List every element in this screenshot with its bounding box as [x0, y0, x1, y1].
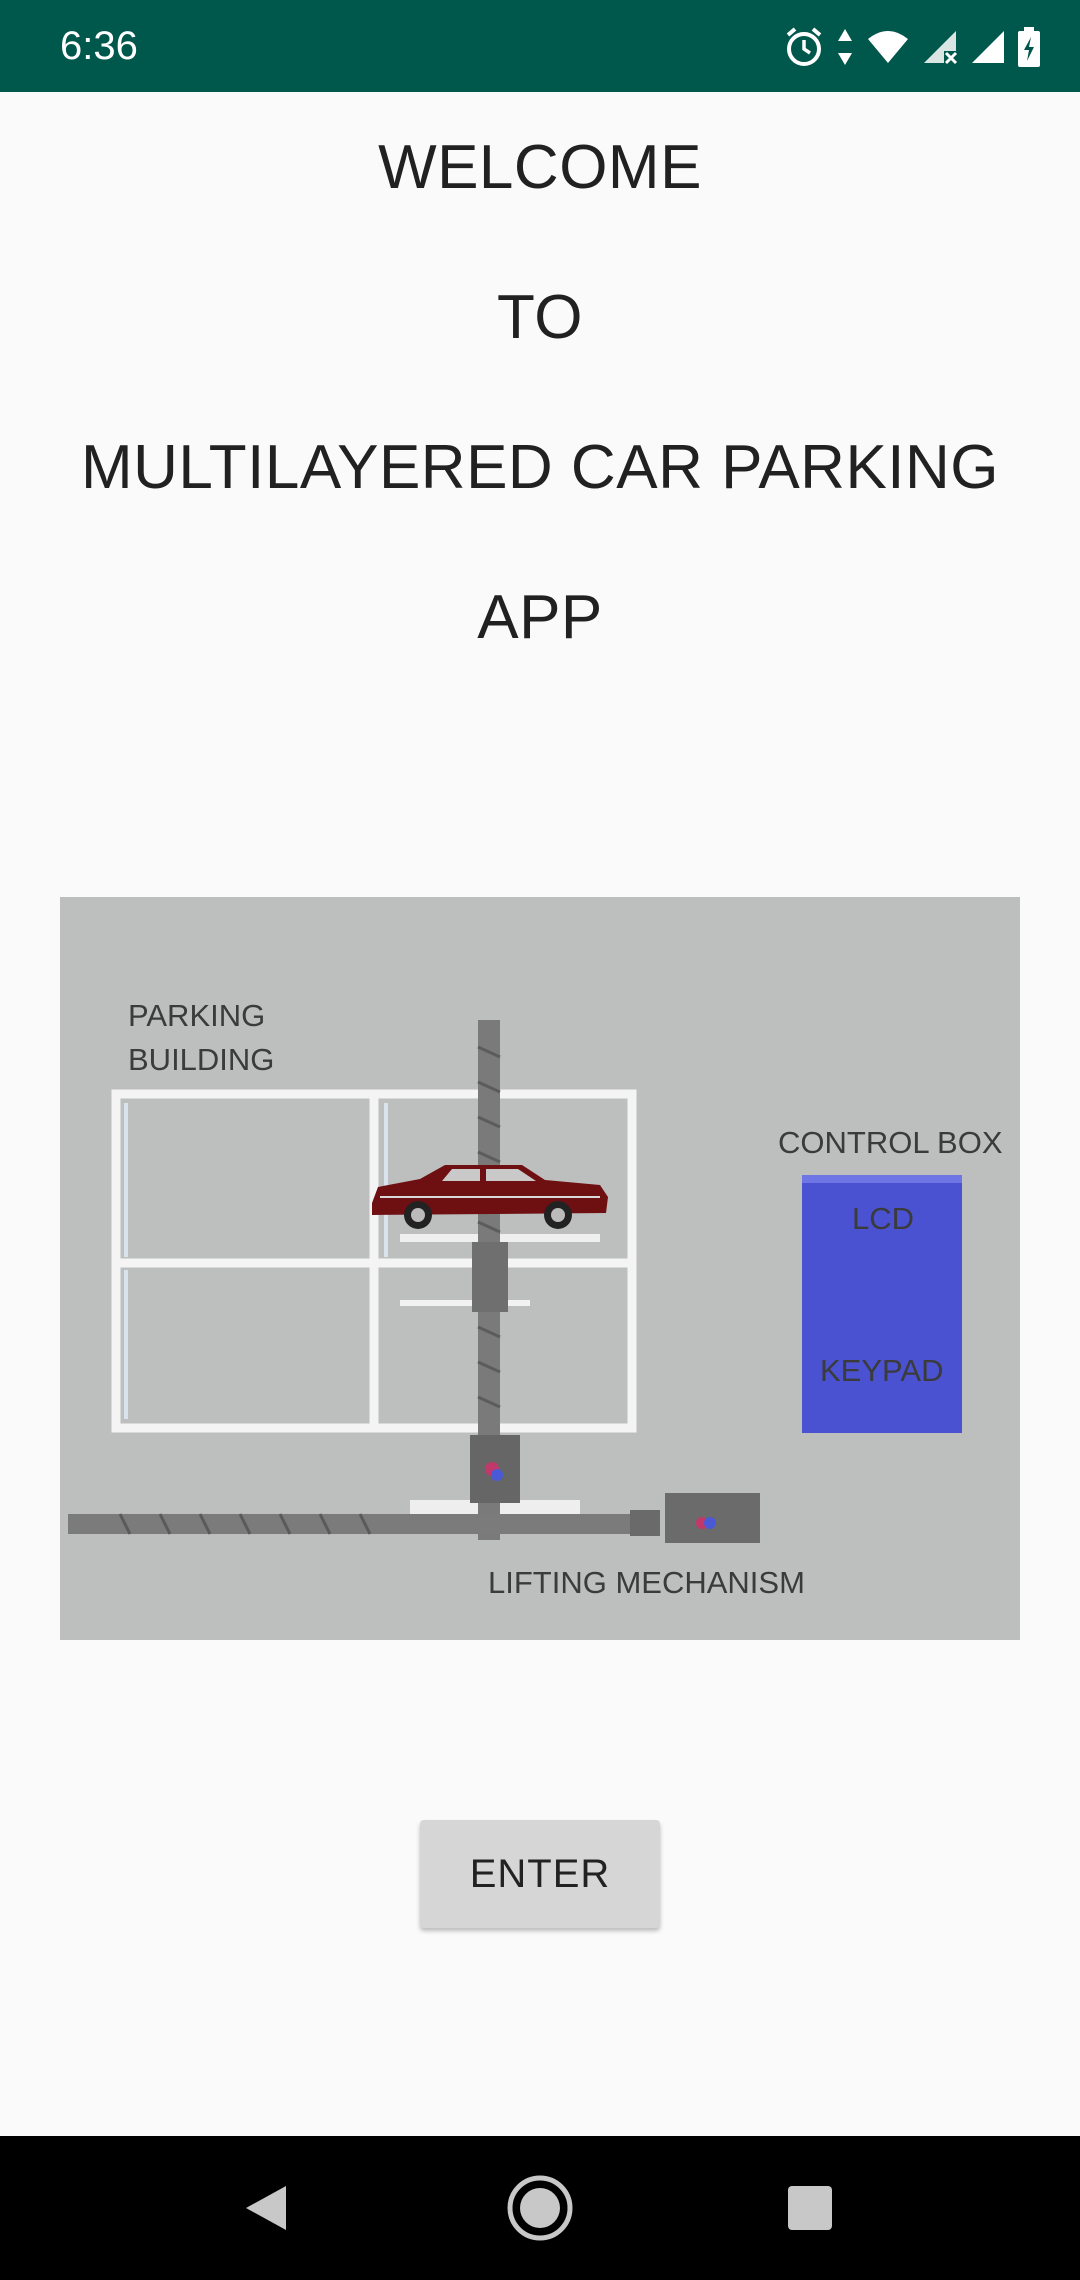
status-icons — [784, 22, 1040, 72]
data-arrows-icon — [836, 27, 854, 67]
wifi-icon — [866, 29, 910, 65]
label-parking-building: PARKING BUILDING — [128, 998, 275, 1077]
home-icon[interactable] — [500, 2168, 580, 2248]
enter-button[interactable]: ENTER — [420, 1820, 660, 1928]
alarm-icon — [784, 25, 824, 69]
label-lifting-mechanism: LIFTING MECHANISM — [488, 1565, 805, 1600]
label-control-box: CONTROL BOX — [778, 1125, 1003, 1160]
battery-charging-icon — [1018, 27, 1040, 67]
status-time: 6:36 — [60, 24, 138, 68]
title-app-name: MULTILAYERED CAR PARKING — [80, 433, 1000, 502]
title-to: TO — [497, 283, 583, 352]
parking-system-diagram: PARKING BUILDING CONTROL BOX LCD KEYPAD … — [60, 897, 1020, 1640]
label-keypad: KEYPAD — [820, 1353, 944, 1388]
navigation-bar — [0, 2136, 1080, 2280]
label-lcd: LCD — [852, 1201, 915, 1236]
back-icon[interactable] — [226, 2168, 306, 2248]
title-app: APP — [477, 583, 603, 652]
status-bar: 6:36 — [0, 0, 1080, 92]
signal-x-icon — [922, 29, 958, 65]
title-welcome: WELCOME — [378, 133, 702, 202]
signal-icon — [970, 29, 1006, 65]
recents-icon[interactable] — [770, 2168, 850, 2248]
